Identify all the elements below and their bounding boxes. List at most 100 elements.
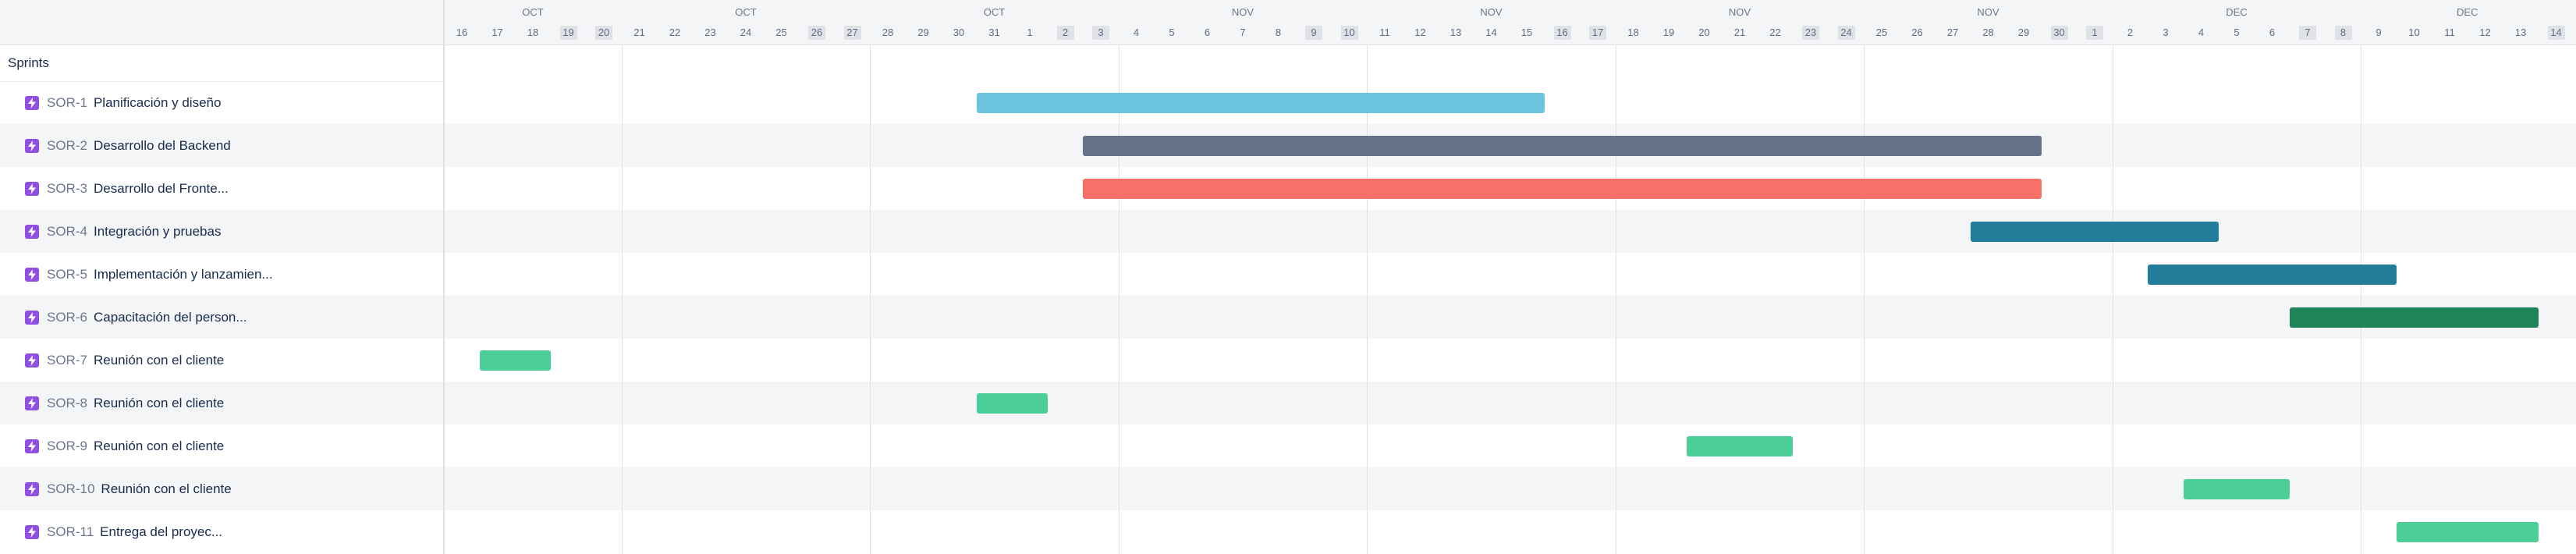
day-label: 4: [1133, 27, 1140, 38]
day-label: 7: [1240, 27, 1246, 38]
timeline-bar-sor-10[interactable]: [2183, 479, 2290, 499]
task-name[interactable]: Desarrollo del Fronte...: [94, 181, 229, 197]
day-label: 8: [2334, 26, 2352, 40]
day-label: 7: [2299, 26, 2316, 40]
day-label: 20: [595, 26, 612, 40]
timeline-bar-sor-6[interactable]: [2290, 307, 2539, 328]
timeline-panel: 16 17 18 19 20 21 22 23 24 25 26 27 28 29 30 31 1 2 3 4 5 6 7 8…: [445, 0, 2576, 554]
day-label: 30: [2050, 26, 2068, 40]
timeline-header: 16 17 18 19 20 21 22 23 24 25 26 27 28 29 30 31 1 2 3 4 5 6 7 8…: [445, 0, 2576, 45]
day-label: 16: [1553, 26, 1571, 40]
week-divider: [870, 0, 871, 554]
day-label: 10: [1340, 26, 1358, 40]
timeline-bar-sor-1[interactable]: [976, 93, 1545, 113]
task-name[interactable]: Desarrollo del Backend: [94, 138, 231, 154]
day-label: 15: [1520, 27, 1533, 38]
sprints-group-title[interactable]: Sprints: [0, 45, 443, 82]
day-label: 9: [1305, 26, 1322, 40]
timeline-bar-sor-11[interactable]: [2396, 522, 2539, 542]
task-key[interactable]: SOR-9: [47, 439, 87, 454]
task-row[interactable]: SOR-2 Desarrollo del Backend: [0, 124, 443, 167]
task-key[interactable]: SOR-2: [47, 138, 87, 154]
day-label: 23: [704, 27, 716, 38]
task-name[interactable]: Entrega del proyec...: [100, 524, 222, 540]
task-key[interactable]: SOR-5: [47, 267, 87, 282]
task-key[interactable]: SOR-8: [47, 396, 87, 411]
subtask-lightning-icon: [25, 439, 39, 453]
day-label: 31: [988, 27, 1000, 38]
task-row[interactable]: SOR-4 Integración y pruebas: [0, 210, 443, 253]
task-list-panel: Sprints SOR-1 Planificación y diseño SOR-2…: [0, 0, 445, 554]
task-key[interactable]: SOR-7: [47, 353, 87, 368]
task-row[interactable]: SOR-3 Desarrollo del Fronte...: [0, 167, 443, 210]
week-divider: [1367, 0, 1368, 554]
day-label: 8: [1275, 27, 1282, 38]
day-label: 12: [1414, 27, 1426, 38]
day-label: 19: [559, 26, 577, 40]
month-label: OCT: [983, 6, 1006, 18]
task-name[interactable]: Integración y pruebas: [94, 224, 222, 240]
timeline-row: [445, 210, 2576, 253]
task-row[interactable]: SOR-5 Implementación y lanzamien...: [0, 253, 443, 296]
day-label: 20: [1698, 27, 1710, 38]
timeline-bar-sor-3[interactable]: [1083, 179, 2042, 199]
day-label: 18: [527, 27, 539, 38]
task-name[interactable]: Reunión con el cliente: [101, 481, 231, 497]
task-row[interactable]: SOR-1 Planificación y diseño: [0, 81, 443, 124]
day-label: 28: [882, 27, 894, 38]
timeline-bar-sor-5[interactable]: [2148, 265, 2397, 285]
task-key[interactable]: SOR-4: [47, 224, 87, 240]
day-label: 13: [1449, 27, 1462, 38]
month-label: OCT: [522, 6, 544, 18]
task-name[interactable]: Reunión con el cliente: [94, 353, 224, 368]
task-name[interactable]: Implementación y lanzamien...: [94, 267, 273, 282]
task-name[interactable]: Reunión con el cliente: [94, 396, 224, 411]
task-row[interactable]: SOR-10 Reunión con el cliente: [0, 467, 443, 510]
task-row[interactable]: SOR-7 Reunión con el cliente: [0, 339, 443, 382]
day-label: 22: [669, 27, 681, 38]
day-label: 3: [2163, 27, 2169, 38]
day-label: 17: [491, 27, 503, 38]
day-label: 25: [775, 27, 787, 38]
task-row[interactable]: SOR-8 Reunión con el cliente: [0, 382, 443, 424]
timeline-bar-sor-7[interactable]: [479, 350, 551, 371]
day-label: 9: [2376, 27, 2382, 38]
task-name[interactable]: Planificación y diseño: [94, 95, 221, 111]
task-row[interactable]: SOR-6 Capacitación del person...: [0, 296, 443, 339]
task-key[interactable]: SOR-11: [47, 524, 94, 540]
week-divider: [1864, 0, 1865, 554]
day-label: 22: [1769, 27, 1781, 38]
timeline-row: [445, 510, 2576, 553]
task-key[interactable]: SOR-3: [47, 181, 87, 197]
timeline-bar-sor-2[interactable]: [1083, 136, 2042, 156]
task-name[interactable]: Reunión con el cliente: [94, 439, 224, 454]
day-label: 14: [1485, 27, 1497, 38]
day-label: 1: [2086, 26, 2103, 40]
day-label: 29: [2017, 27, 2030, 38]
task-row[interactable]: SOR-9 Reunión con el cliente: [0, 424, 443, 467]
subtask-lightning-icon: [25, 524, 39, 539]
timeline-row: [445, 296, 2576, 339]
task-row[interactable]: SOR-11 Entrega del proyec...: [0, 510, 443, 553]
day-label: 29: [917, 27, 929, 38]
timeline-bar-sor-9[interactable]: [1686, 436, 1794, 456]
task-key[interactable]: SOR-1: [47, 95, 87, 111]
task-key[interactable]: SOR-6: [47, 310, 87, 325]
task-key[interactable]: SOR-10: [47, 481, 94, 497]
day-label: 26: [808, 26, 825, 40]
day-label: 25: [1875, 27, 1888, 38]
day-label: 5: [1169, 27, 1175, 38]
timeline-bar-sor-8[interactable]: [976, 393, 1048, 414]
day-label: 21: [1733, 27, 1746, 38]
day-label: 30: [953, 27, 965, 38]
month-label: NOV: [1728, 6, 1751, 18]
timeline-bar-sor-4[interactable]: [1970, 222, 2219, 242]
day-label: 24: [740, 27, 752, 38]
subtask-lightning-icon: [25, 310, 39, 325]
day-label: 1: [1027, 27, 1033, 38]
timeline-row: [445, 339, 2576, 382]
subtask-lightning-icon: [25, 396, 39, 410]
gantt-view: Sprints SOR-1 Planificación y diseño SOR-2…: [0, 0, 2576, 554]
month-label: DEC: [2457, 6, 2478, 18]
task-name[interactable]: Capacitación del person...: [94, 310, 247, 325]
